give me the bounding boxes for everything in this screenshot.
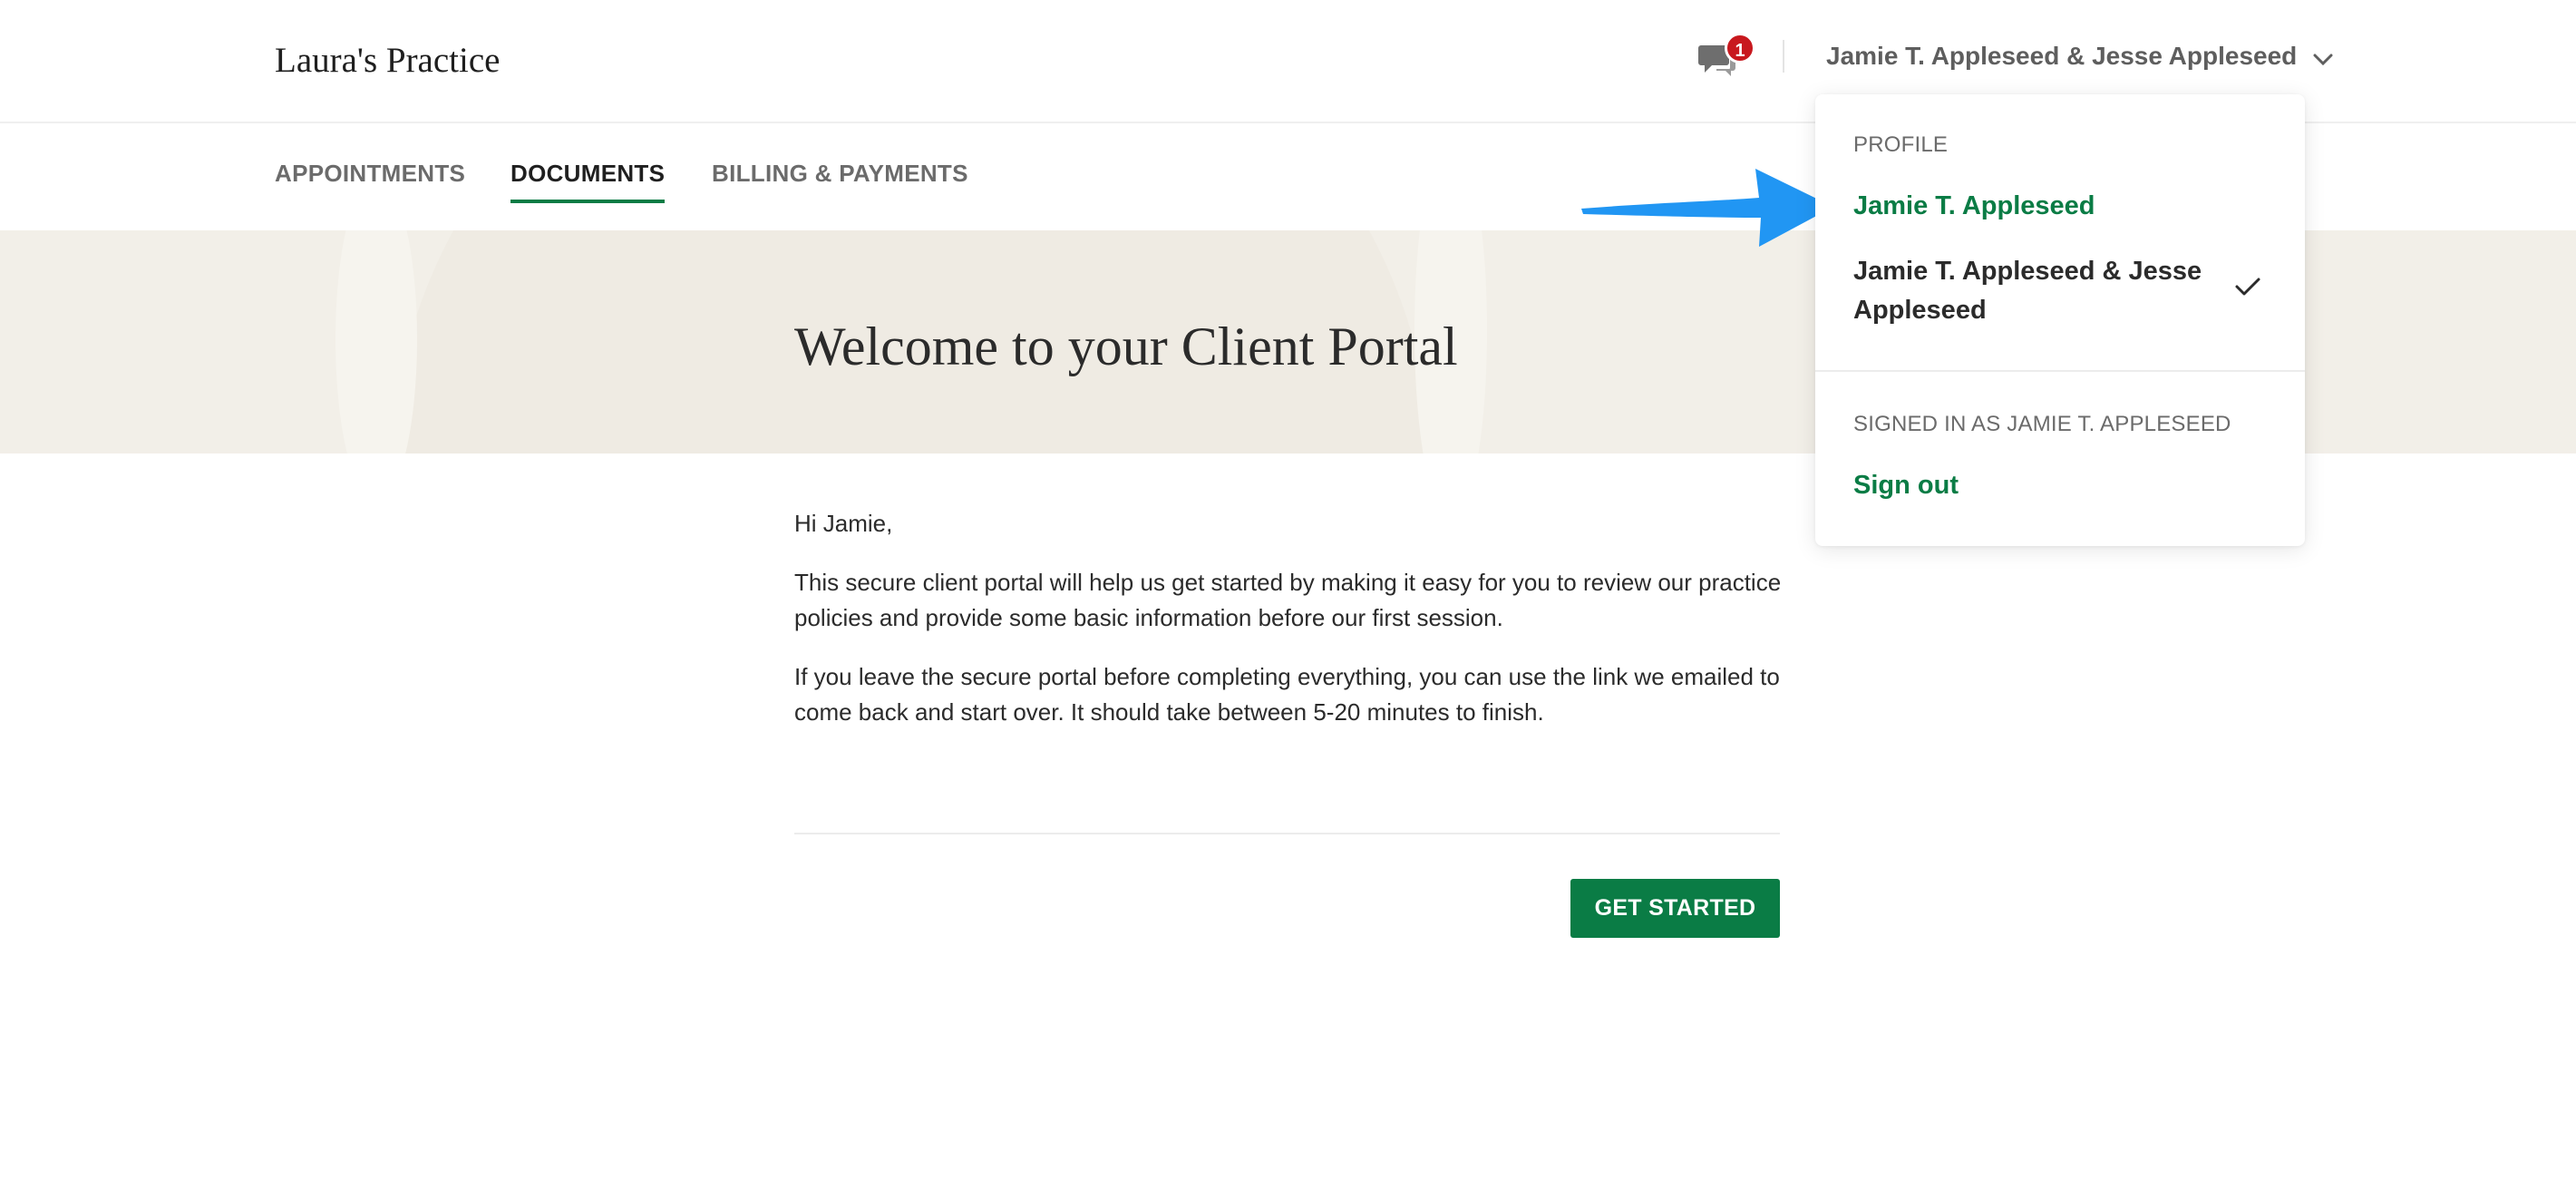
intro-paragraph: This secure client portal will help us g… [794, 569, 1782, 631]
hero-decoration [335, 230, 417, 453]
profile-heading: PROFILE [1853, 132, 1949, 157]
page-title: Welcome to your Client Portal [794, 317, 1458, 376]
tab-billing-payments[interactable]: BILLING & PAYMENTS [712, 160, 968, 188]
signed-in-label: SIGNED IN AS JAMIE T. APPLESEED [1853, 412, 2231, 436]
instructions-paragraph: If you leave the secure portal before co… [794, 663, 1780, 726]
header-divider [1783, 40, 1784, 73]
checkmark-icon [2234, 276, 2261, 302]
account-dropdown-menu: PROFILE Jamie T. Appleseed Jamie T. Appl… [1815, 94, 2305, 546]
account-name: Jamie T. Appleseed & Jesse Appleseed [1826, 42, 2298, 70]
tab-documents[interactable]: DOCUMENTS [510, 160, 666, 203]
practice-brand[interactable]: Laura's Practice [275, 40, 500, 81]
tab-appointments[interactable]: APPOINTMENTS [275, 160, 465, 188]
dropdown-divider [1815, 370, 2305, 372]
content-divider [794, 833, 1780, 834]
messages-button[interactable]: 1 [1697, 33, 1755, 83]
greeting-text: Hi Jamie, [794, 510, 893, 537]
sign-out-link[interactable]: Sign out [1853, 466, 1959, 505]
unread-messages-badge: 1 [1725, 33, 1755, 63]
get-started-button[interactable]: GET STARTED [1570, 879, 1780, 938]
profile-option-jamie-jesse[interactable]: Jamie T. Appleseed & Jesse Appleseed [1853, 252, 2216, 330]
profile-option-jamie[interactable]: Jamie T. Appleseed [1853, 187, 2095, 226]
annotation-arrow-icon [1581, 169, 1833, 247]
account-switcher[interactable]: Jamie T. Appleseed & Jesse Appleseed [1826, 42, 2333, 73]
welcome-message: Hi Jamie, This secure client portal will… [794, 506, 1783, 754]
chevron-down-icon [2313, 44, 2333, 73]
